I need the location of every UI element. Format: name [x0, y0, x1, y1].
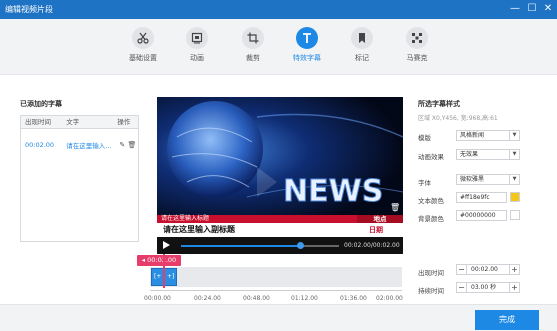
video-preview[interactable]: NEWS 🗑 请在这里输入标题 地点 请在这里输入副标题 日期 00:02.00…: [157, 97, 403, 254]
duration-label: 持续时间: [418, 287, 444, 295]
tab-crop[interactable]: 裁剪: [233, 27, 273, 63]
maximize-button[interactable]: ☐: [525, 2, 539, 16]
tab-basic-settings[interactable]: 基础设置: [123, 27, 163, 63]
tick-label: 00:48.00: [243, 295, 270, 302]
progress-bar[interactable]: [181, 242, 339, 249]
animation-icon: [186, 27, 208, 49]
mosaic-icon: [406, 27, 428, 49]
tick-label: 02:00.00: [376, 295, 403, 302]
tab-mosaic[interactable]: 马赛克: [397, 27, 437, 63]
player-controls: 00:02.00/00:02.00: [157, 237, 403, 254]
region-info: 区域 X0,Y456, 宽:968,高:61: [418, 115, 498, 122]
clip-right-handle[interactable]: +]: [167, 273, 174, 280]
tab-label: 马赛克: [406, 54, 428, 62]
subtitles-table: 出现时间 文字 操作 00:02.00 请在这里输入... ✎ 🗑: [20, 115, 139, 242]
bg-color-swatch[interactable]: [510, 210, 520, 220]
lower-third[interactable]: 请在这里输入标题 地点 请在这里输入副标题 日期: [157, 215, 403, 237]
column-header-actions: 操作: [117, 118, 131, 126]
added-subtitles-title: 已添加的字幕: [20, 100, 62, 108]
template-label: 模版: [418, 134, 431, 142]
tool-tabs: 基础设置 动画 裁剪 特效字幕 标记 马赛克: [0, 19, 557, 75]
increment-button[interactable]: +: [509, 265, 519, 274]
timeline: ◂ 00:02.00 [+ +] 00:00.00 00:24.00 00:48…: [137, 254, 410, 304]
appear-time-stepper[interactable]: − 00:02.00 +: [456, 264, 520, 275]
row-text: 请在这里输入...: [66, 142, 112, 150]
effect-value: 无效果: [460, 151, 479, 158]
tab-text-effects[interactable]: 特效字幕: [287, 27, 327, 63]
footer: 完成: [0, 304, 557, 331]
font-label: 字体: [418, 179, 431, 187]
news-word: NEWS: [283, 174, 383, 209]
date-tag: 日期: [369, 226, 383, 234]
minimize-button[interactable]: —: [508, 2, 522, 16]
clip-left-handle[interactable]: [+: [154, 273, 161, 280]
decrement-button[interactable]: −: [457, 283, 467, 292]
table-row[interactable]: 00:02.00 请在这里输入... ✎ 🗑: [21, 137, 138, 153]
tick-label: 00:00.00: [144, 295, 171, 302]
progress-fill: [181, 245, 300, 247]
text-color-input[interactable]: #ff18e9fc: [456, 192, 507, 203]
effect-label: 动画效果: [418, 153, 444, 161]
done-button[interactable]: 完成: [475, 310, 539, 330]
font-select[interactable]: 微软雅黑 ▼: [456, 174, 520, 185]
title-bar: 编辑视频片段 — ☐ ✕: [0, 0, 557, 19]
chevron-down-icon: ▼: [509, 175, 519, 184]
row-time: 00:02.00: [25, 141, 55, 149]
duration-value: 03.00 秒: [471, 284, 497, 291]
column-header-time: 出现时间: [25, 118, 51, 126]
trash-icon[interactable]: 🗑: [127, 141, 136, 149]
bg-color-label: 背景颜色: [418, 215, 444, 223]
effect-select[interactable]: 无效果 ▼: [456, 149, 520, 160]
appear-time-label: 出现时间: [418, 269, 444, 277]
increment-button[interactable]: +: [509, 283, 519, 292]
progress-handle[interactable]: [296, 242, 304, 249]
duration-stepper[interactable]: − 03.00 秒 +: [456, 282, 520, 293]
tab-label: 基础设置: [129, 54, 157, 62]
time-readout: 00:02.00/00:02.00: [344, 242, 400, 249]
template-select[interactable]: 风格新闻 ▼: [456, 130, 520, 141]
style-panel-title: 所选字幕样式: [418, 100, 460, 108]
crop-icon: [242, 27, 264, 49]
bg-color-value: #00000000: [460, 212, 496, 219]
edit-icon[interactable]: ✎: [119, 141, 125, 149]
play-icon[interactable]: [163, 241, 170, 249]
delete-overlay-icon[interactable]: 🗑: [390, 203, 400, 212]
location-tag: 地点: [357, 215, 403, 223]
tab-label: 标记: [355, 54, 369, 62]
text-color-label: 文本颜色: [418, 197, 444, 205]
time-flag[interactable]: ◂ 00:02.00: [137, 255, 181, 266]
template-value: 风格新闻: [460, 132, 485, 139]
tab-animation[interactable]: 动画: [177, 27, 217, 63]
playhead[interactable]: [163, 254, 165, 288]
tab-label: 特效字幕: [293, 54, 321, 62]
time-flag-label: 00:02.00: [147, 256, 177, 264]
tab-label: 裁剪: [246, 54, 260, 62]
lower-third-title-bar: 请在这里输入标题: [157, 215, 357, 223]
column-header-text: 文字: [66, 118, 80, 126]
chevron-down-icon: ▼: [509, 131, 519, 140]
tick-label: 00:24.00: [194, 295, 221, 302]
decrement-button[interactable]: −: [457, 265, 467, 274]
text-color-value: #ff18e9fc: [460, 194, 490, 201]
tick-label: 01:12.00: [291, 295, 318, 302]
appear-time-value: 00:02.00: [471, 266, 498, 273]
table-header: 出现时间 文字 操作: [21, 116, 138, 129]
scissors-icon: [132, 27, 154, 49]
timeline-ruler: 00:00.00 00:24.00 00:48.00 01:12.00 01:3…: [144, 290, 403, 304]
text-effect-icon: [296, 27, 318, 49]
font-value: 微软雅黑: [460, 176, 485, 183]
bookmark-icon: [351, 27, 373, 49]
tab-mark[interactable]: 标记: [342, 27, 382, 63]
subtitle-text: 请在这里输入副标题: [163, 225, 235, 234]
tab-label: 动画: [190, 54, 204, 62]
close-button[interactable]: ✕: [541, 2, 555, 16]
bg-color-input[interactable]: #00000000: [456, 210, 507, 221]
news-background: NEWS: [157, 97, 403, 215]
tick-label: 01:36.00: [340, 295, 367, 302]
window-title: 编辑视频片段: [5, 5, 53, 14]
text-color-swatch[interactable]: [510, 192, 520, 202]
timeline-track[interactable]: [+ +]: [150, 267, 402, 287]
chevron-down-icon: ▼: [509, 150, 519, 159]
